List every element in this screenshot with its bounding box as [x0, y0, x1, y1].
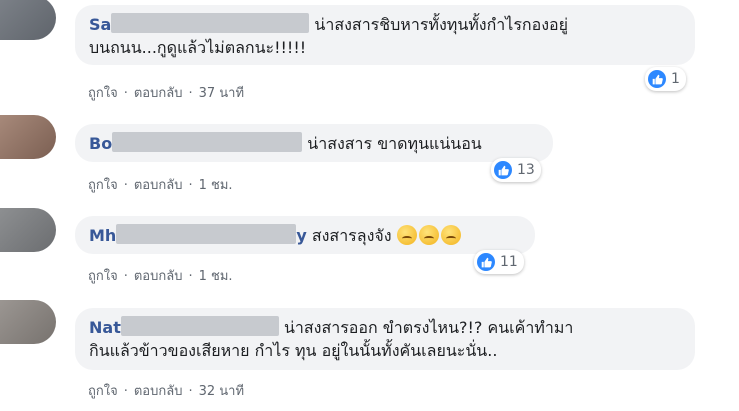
reaction-number: 11: [500, 254, 518, 270]
commenter-name[interactable]: Bo: [89, 134, 112, 153]
avatar[interactable]: [0, 115, 56, 159]
avatar[interactable]: [0, 300, 56, 344]
comment-actions: ถูกใจ · ตอบกลับ · 1 ชม.: [88, 265, 233, 286]
comment-bubble: Sa น่าสงสารชิบหารทั้งทุนทั้งกำไรกองอยู่ …: [75, 5, 695, 65]
timestamp[interactable]: 1 ชม.: [199, 178, 233, 193]
avatar[interactable]: [0, 0, 56, 40]
reaction-number: 13: [517, 162, 535, 178]
like-link[interactable]: ถูกใจ: [88, 269, 118, 284]
comment-text: บนถนน...กูดูแล้วไม่ตลกนะ!!!!!: [89, 38, 307, 57]
redacted-name: [112, 132, 303, 152]
reaction-count[interactable]: 13: [491, 158, 541, 182]
redacted-name: [120, 316, 279, 336]
comment-bubble: Mh y สงสารลุงจัง: [75, 216, 535, 254]
reply-link[interactable]: ตอบกลับ: [134, 384, 183, 399]
redacted-name: [116, 224, 297, 244]
commenter-name[interactable]: Mh: [89, 226, 116, 245]
comment-text: สงสารลุงจัง: [311, 226, 392, 245]
like-icon: [477, 253, 495, 271]
reaction-count[interactable]: 1: [645, 67, 686, 91]
separator: ·: [188, 269, 193, 284]
reply-link[interactable]: ตอบกลับ: [134, 269, 183, 284]
comment-text: น่าสงสารออก ขำตรงไหน?!? คนเค้าทำมา: [283, 318, 574, 337]
timestamp[interactable]: 32 นาที: [199, 384, 244, 399]
sad-emoji-icon: [440, 225, 461, 245]
reaction-count[interactable]: 11: [474, 250, 524, 274]
timestamp[interactable]: 37 นาที: [199, 86, 244, 101]
reply-link[interactable]: ตอบกลับ: [134, 178, 183, 193]
like-link[interactable]: ถูกใจ: [88, 178, 118, 193]
separator: ·: [188, 86, 193, 101]
separator: ·: [188, 384, 193, 399]
comment-bubble: Nat น่าสงสารออก ขำตรงไหน?!? คนเค้าทำมา ก…: [75, 308, 695, 370]
comment-actions: ถูกใจ · ตอบกลับ · 32 นาที: [88, 380, 244, 401]
reaction-number: 1: [671, 71, 680, 87]
comment-bubble: Bo น่าสงสาร ขาดทุนแน่นอน: [75, 124, 553, 162]
commenter-name-tail: y: [296, 226, 307, 245]
reply-link[interactable]: ตอบกลับ: [134, 86, 183, 101]
sad-emoji-icon: [418, 225, 439, 245]
like-link[interactable]: ถูกใจ: [88, 384, 118, 399]
comment-actions: ถูกใจ · ตอบกลับ · 37 นาที: [88, 82, 244, 103]
separator: ·: [123, 269, 128, 284]
separator: ·: [123, 86, 128, 101]
comment-actions: ถูกใจ · ตอบกลับ · 1 ชม.: [88, 174, 233, 195]
avatar[interactable]: [0, 208, 56, 252]
comment-text: กินแล้วข้าวของเสียหาย กำไร ทุน อยู่ในนั้…: [89, 341, 498, 360]
timestamp[interactable]: 1 ชม.: [199, 269, 233, 284]
separator: ·: [188, 178, 193, 193]
like-icon: [494, 161, 512, 179]
commenter-name[interactable]: Sa: [89, 15, 111, 34]
separator: ·: [123, 384, 128, 399]
sad-emoji-icon: [396, 225, 417, 245]
redacted-name: [111, 13, 310, 33]
commenter-name[interactable]: Nat: [89, 318, 121, 337]
comment-text: น่าสงสาร ขาดทุนแน่นอน: [307, 134, 482, 153]
separator: ·: [123, 178, 128, 193]
like-icon: [648, 70, 666, 88]
comment-text: น่าสงสารชิบหารทั้งทุนทั้งกำไรกองอยู่: [314, 15, 569, 34]
like-link[interactable]: ถูกใจ: [88, 86, 118, 101]
